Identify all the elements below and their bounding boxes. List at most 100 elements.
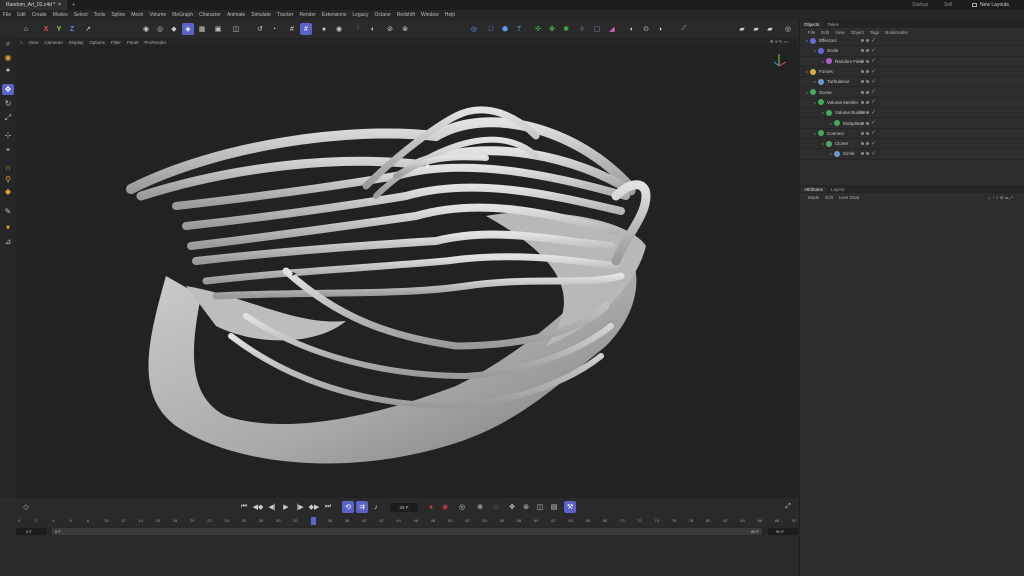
fracture-icon[interactable]: ✤	[546, 23, 558, 35]
viewport-menu-options[interactable]: Options	[89, 40, 105, 45]
attributes-menu-mode[interactable]: Mode	[808, 195, 819, 200]
expand-icon[interactable]: ▸	[822, 141, 824, 146]
render-visibility-dot[interactable]	[866, 142, 869, 146]
start-frame-field[interactable]: 0 F	[16, 528, 46, 535]
objects-menu-object[interactable]: Object	[851, 30, 864, 35]
menu-tools[interactable]: Tools	[94, 12, 106, 18]
play-icon[interactable]: ▶	[280, 501, 292, 513]
layout-sell[interactable]: Sell	[944, 0, 952, 10]
render-visibility-dot[interactable]	[866, 70, 869, 74]
viewport-menu-panel[interactable]: Panel	[127, 40, 139, 45]
range-slider[interactable]: 0 F 90 F	[52, 528, 762, 535]
visibility-flags[interactable]: ✓	[861, 141, 876, 147]
guide-icon[interactable]: ◉	[333, 23, 345, 35]
menu-volume[interactable]: Volume	[149, 12, 166, 18]
selection-icon[interactable]: ✦	[2, 65, 14, 76]
close-tab-icon[interactable]: ×	[58, 2, 61, 8]
pen-icon[interactable]: ✎	[2, 206, 14, 217]
scale-icon[interactable]: ⤢	[2, 112, 14, 123]
enabled-check-icon[interactable]: ✓	[871, 151, 876, 157]
paint-icon[interactable]: ▾	[2, 222, 14, 233]
object-row[interactable]: ▸ Turbulence ✓	[800, 77, 1024, 88]
editor-visibility-dot[interactable]	[861, 59, 864, 63]
undo-icon[interactable]: ⌂	[20, 23, 32, 35]
object-row[interactable]: ▸ MoSpline ✓	[800, 118, 1024, 129]
new-layouts-button[interactable]: New Layouts	[972, 0, 1009, 10]
end-frame-field[interactable]: 90 F	[768, 528, 798, 535]
visibility-flags[interactable]: ✓	[861, 89, 876, 95]
menu-tracker[interactable]: Tracker	[277, 12, 294, 18]
tweak-mode-icon[interactable]: ◔	[268, 23, 280, 35]
visibility-flags[interactable]: ✓	[861, 130, 876, 136]
next-key-icon[interactable]: ◆▶	[308, 501, 320, 513]
objects-menu-bookmarks[interactable]: Bookmarks	[885, 30, 908, 35]
menu-spline[interactable]: Spline	[111, 12, 125, 18]
expand-icon[interactable]: ▸	[814, 131, 816, 136]
record-icon[interactable]: ●	[425, 501, 437, 513]
edit-render-settings-icon[interactable]: ▰	[764, 23, 776, 35]
field-icon[interactable]: ▢	[591, 23, 603, 35]
soft-selection-icon[interactable]: ↺	[254, 23, 266, 35]
visibility-flags[interactable]: ✓	[861, 151, 876, 157]
interpolation-icon[interactable]: ▤	[548, 501, 560, 513]
key-rotation-icon[interactable]: ◌	[490, 501, 502, 513]
editor-visibility-dot[interactable]	[861, 131, 864, 135]
go-to-end-icon[interactable]: ⏭	[322, 501, 334, 513]
key-pla-icon[interactable]: ◫	[534, 501, 546, 513]
current-frame-field[interactable]: 34 F	[390, 503, 418, 512]
expand-icon[interactable]: ▸	[806, 69, 808, 74]
menu-extensions[interactable]: Extensions	[322, 12, 346, 18]
grid-snap-icon[interactable]: #	[300, 23, 312, 35]
editor-visibility-dot[interactable]	[861, 121, 864, 125]
menu-octane[interactable]: Octane	[375, 12, 391, 18]
axis-mode-icon[interactable]: ◫	[230, 23, 242, 35]
keyframe-selection-icon[interactable]: ◎	[456, 501, 468, 513]
menu-edit[interactable]: Edit	[17, 12, 26, 18]
render-visibility-dot[interactable]	[866, 152, 869, 156]
viewport-solo-icon[interactable]: ◐	[367, 23, 379, 35]
object-row[interactable]: ▸ Connect ✓	[800, 129, 1024, 139]
menu-select[interactable]: Select	[74, 12, 88, 18]
enabled-check-icon[interactable]: ✓	[871, 48, 876, 54]
enabled-check-icon[interactable]: ✓	[871, 110, 876, 116]
render-visibility-dot[interactable]	[866, 39, 869, 43]
document-tab[interactable]: Random_Art_01.c4d * ×	[0, 0, 68, 10]
object-row[interactable]: ▸ Cloner ✓	[800, 139, 1024, 150]
enabled-check-icon[interactable]: ✓	[871, 130, 876, 136]
enabled-check-icon[interactable]: ✓	[871, 99, 876, 105]
go-to-start-icon[interactable]: ⏮	[238, 501, 250, 513]
menu-legacy[interactable]: Legacy	[352, 12, 368, 18]
editor-visibility-dot[interactable]	[861, 152, 864, 156]
expand-icon[interactable]: ▸	[814, 79, 816, 84]
menu-simulate[interactable]: Simulate	[251, 12, 270, 18]
objects-menu-edit[interactable]: Edit	[821, 30, 829, 35]
render-visibility-dot[interactable]	[866, 80, 869, 84]
visibility-flags[interactable]: ✓	[861, 58, 876, 64]
visibility-flags[interactable]: ✓	[861, 110, 876, 116]
expand-icon[interactable]: ▸	[814, 100, 816, 105]
expand-icon[interactable]: ▸	[806, 38, 808, 43]
text-icon[interactable]: T	[513, 23, 525, 35]
enabled-check-icon[interactable]: ✓	[871, 79, 876, 85]
magnet-icon[interactable]: ∩	[2, 162, 14, 173]
objects-menu-file[interactable]: File	[808, 30, 815, 35]
coordinate-system-icon[interactable]: ↗	[82, 23, 94, 35]
render-visibility-dot[interactable]	[866, 131, 869, 135]
search-icon[interactable]: ⌕	[2, 38, 14, 49]
viewport-menu-cameras[interactable]: Cameras	[44, 40, 62, 45]
enabled-check-icon[interactable]: ✓	[871, 89, 876, 95]
editor-visibility-dot[interactable]	[861, 49, 864, 53]
expand-icon[interactable]: ▸	[822, 59, 824, 64]
tab-layers[interactable]: Layers	[827, 187, 849, 192]
viewport-menu-display[interactable]: Display	[69, 40, 84, 45]
object-row[interactable]: ▸ Scale ✓	[800, 46, 1024, 57]
object-row[interactable]: ▸ Volume Builder ✓	[800, 108, 1024, 119]
move-icon[interactable]: ✥	[2, 84, 14, 95]
menu-create[interactable]: Create	[32, 12, 47, 18]
measure-icon[interactable]: ⊿	[2, 236, 14, 247]
render-visibility-dot[interactable]	[866, 59, 869, 63]
viewport-menu-view[interactable]: View	[29, 40, 39, 45]
render-visibility-dot[interactable]	[866, 90, 869, 94]
visibility-flags[interactable]: ✓	[861, 48, 876, 54]
render-visibility-dot[interactable]	[866, 121, 869, 125]
